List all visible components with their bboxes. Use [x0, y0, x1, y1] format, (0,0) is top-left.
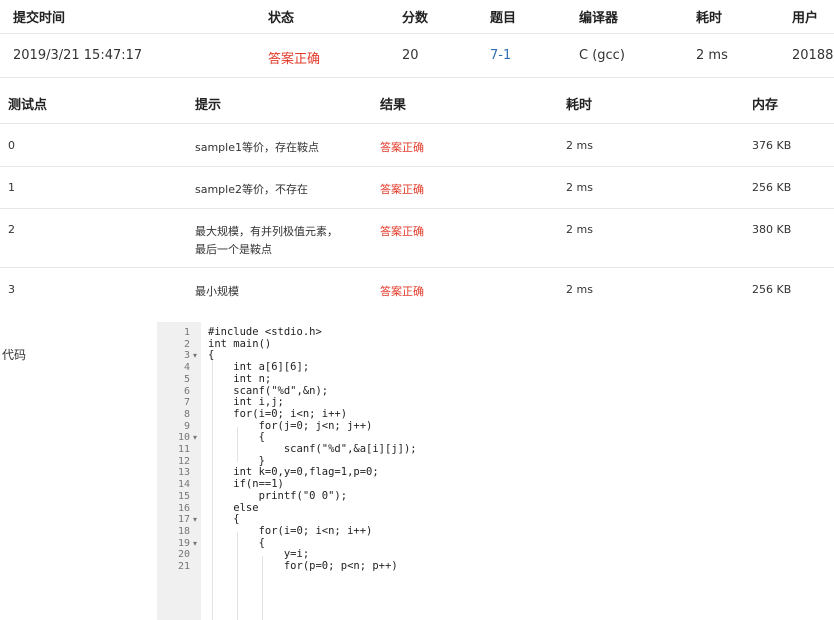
line-number: 11 — [177, 444, 190, 455]
line-number: 13 — [177, 467, 190, 479]
test-id: 0 — [8, 139, 15, 152]
test-hint: 最小规模 — [195, 285, 239, 298]
line-number: 10 — [177, 432, 190, 444]
test-hint-continued: 最后一个是鞍点 — [195, 243, 272, 256]
test-result: 答案正确 — [380, 285, 424, 298]
line-number: 1 — [183, 327, 190, 338]
header-test-id: 测试点 — [8, 98, 48, 113]
code-line: #include <stdio.h> — [208, 326, 322, 338]
line-number: 4 — [183, 362, 190, 374]
line-number: 15 — [177, 490, 190, 502]
test-memory: 376 KB — [752, 139, 792, 152]
test-memory: 256 KB — [752, 283, 792, 296]
line-number: 14 — [177, 479, 190, 491]
code-line: for(i=0; i<n; i++) — [208, 524, 373, 537]
header-test-time: 耗时 — [566, 98, 593, 113]
problem-link[interactable]: 7-1 — [490, 48, 511, 63]
submit-time: 2019/3/21 15:47:17 — [13, 48, 143, 63]
header-hint: 提示 — [195, 98, 222, 113]
test-time: 2 ms — [566, 181, 593, 194]
test-id: 3 — [8, 283, 15, 296]
test-memory: 256 KB — [752, 181, 792, 194]
line-number: 18 — [177, 525, 190, 537]
test-hint: sample2等价，不存在 — [195, 183, 308, 196]
submission-status: 答案正确 — [268, 52, 321, 67]
line-number: 6 — [183, 385, 190, 397]
test-result: 答案正确 — [380, 183, 424, 196]
header-problem: 题目 — [490, 11, 517, 26]
line-number: 3 — [183, 350, 190, 362]
submission-score: 20 — [402, 48, 419, 63]
test-memory: 380 KB — [752, 223, 792, 236]
line-number: 9 — [183, 420, 190, 432]
header-score: 分数 — [402, 11, 429, 26]
submission-compiler: C (gcc) — [579, 48, 625, 63]
line-number: 7 — [183, 397, 190, 409]
header-memory: 内存 — [752, 98, 779, 113]
code-line: for(p=0; p<n; p++) — [208, 560, 398, 572]
test-result: 答案正确 — [380, 141, 424, 154]
test-hint: sample1等价，存在鞍点 — [195, 141, 319, 154]
code-line: int n; — [208, 372, 272, 385]
line-number: 8 — [183, 408, 190, 420]
header-duration: 耗时 — [696, 11, 723, 26]
fold-toggle-icon[interactable]: ▾ — [193, 514, 197, 526]
line-number: 16 — [177, 502, 190, 514]
submission-user[interactable]: 201887 — [792, 48, 834, 63]
code-line: scanf("%d",&a[i][j]); — [208, 443, 417, 455]
header-submit-time: 提交时间 — [13, 11, 66, 26]
test-result: 答案正确 — [380, 225, 424, 238]
test-time: 2 ms — [566, 283, 593, 296]
test-id: 2 — [8, 223, 15, 236]
submission-duration: 2 ms — [696, 48, 728, 63]
code-editor[interactable]: 1 2 3 ▾ 4 5 6 7 8 9 10 ▾ 11 12 13 14 15 16 17 ▾ 18 19 ▾ 20 21 #i… — [157, 322, 739, 620]
fold-toggle-icon[interactable]: ▾ — [193, 432, 197, 444]
code-line: int main() — [208, 337, 272, 350]
code-line: for(i=0; i<n; i++) — [208, 407, 348, 420]
line-number: 19 — [177, 537, 190, 549]
code-line: printf("0 0"); — [208, 489, 348, 502]
header-compiler: 编译器 — [579, 11, 619, 26]
header-result: 结果 — [380, 98, 407, 113]
test-time: 2 ms — [566, 139, 593, 152]
header-status: 状态 — [268, 11, 295, 26]
header-user: 用户 — [792, 11, 819, 26]
line-number: 21 — [177, 561, 190, 572]
test-time: 2 ms — [566, 223, 593, 236]
line-number: 12 — [177, 455, 190, 467]
line-number-gutter: 1 2 3 ▾ 4 5 6 7 8 9 10 ▾ 11 12 13 14 15 16 17 ▾ 18 19 ▾ 20 21 — [157, 322, 201, 620]
line-number: 5 — [183, 373, 190, 385]
test-id: 1 — [8, 181, 15, 194]
fold-toggle-icon[interactable]: ▾ — [193, 350, 197, 362]
line-number: 17 — [177, 514, 190, 526]
line-number: 2 — [183, 338, 190, 350]
line-number: 20 — [177, 549, 190, 561]
code-label: 代码 — [1, 348, 26, 362]
test-hint: 最大规模，有并列极值元素， — [195, 225, 338, 238]
code-content[interactable]: #include <stdio.h> int main(){ int a[6][6… — [208, 322, 739, 620]
fold-toggle-icon[interactable]: ▾ — [193, 538, 197, 550]
